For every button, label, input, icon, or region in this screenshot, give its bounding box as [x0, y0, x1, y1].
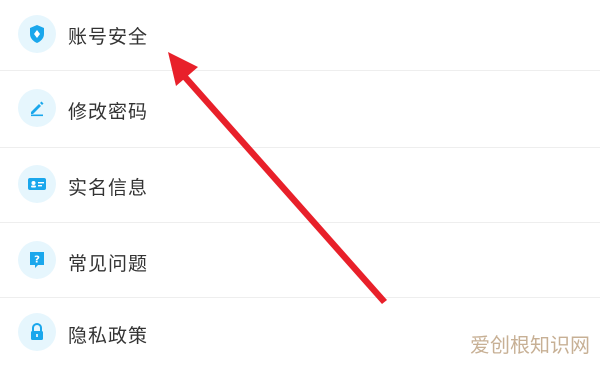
menu-item-label: 实名信息 — [68, 173, 148, 200]
pencil-icon — [18, 89, 56, 127]
divider — [0, 70, 600, 71]
menu-item-account-security[interactable]: 账号安全 — [0, 0, 600, 72]
watermark: 爱创根知识网 — [470, 329, 590, 358]
menu-item-label: 账号安全 — [68, 22, 148, 49]
shield-icon — [18, 15, 56, 53]
menu-item-change-password[interactable]: 修改密码 — [0, 72, 600, 144]
lock-icon — [18, 313, 56, 351]
menu-item-real-name-info[interactable]: 实名信息 — [0, 148, 600, 220]
settings-menu-list: 账号安全 修改密码 实名信息 — [0, 0, 600, 360]
menu-item-label: 修改密码 — [68, 97, 148, 124]
menu-item-label: 常见问题 — [68, 249, 148, 276]
question-icon: ? — [18, 241, 56, 279]
divider — [0, 222, 600, 223]
menu-item-faq[interactable]: ? 常见问题 — [0, 224, 600, 296]
svg-text:?: ? — [34, 255, 40, 266]
id-card-icon — [18, 165, 56, 203]
menu-item-label: 隐私政策 — [68, 321, 148, 348]
